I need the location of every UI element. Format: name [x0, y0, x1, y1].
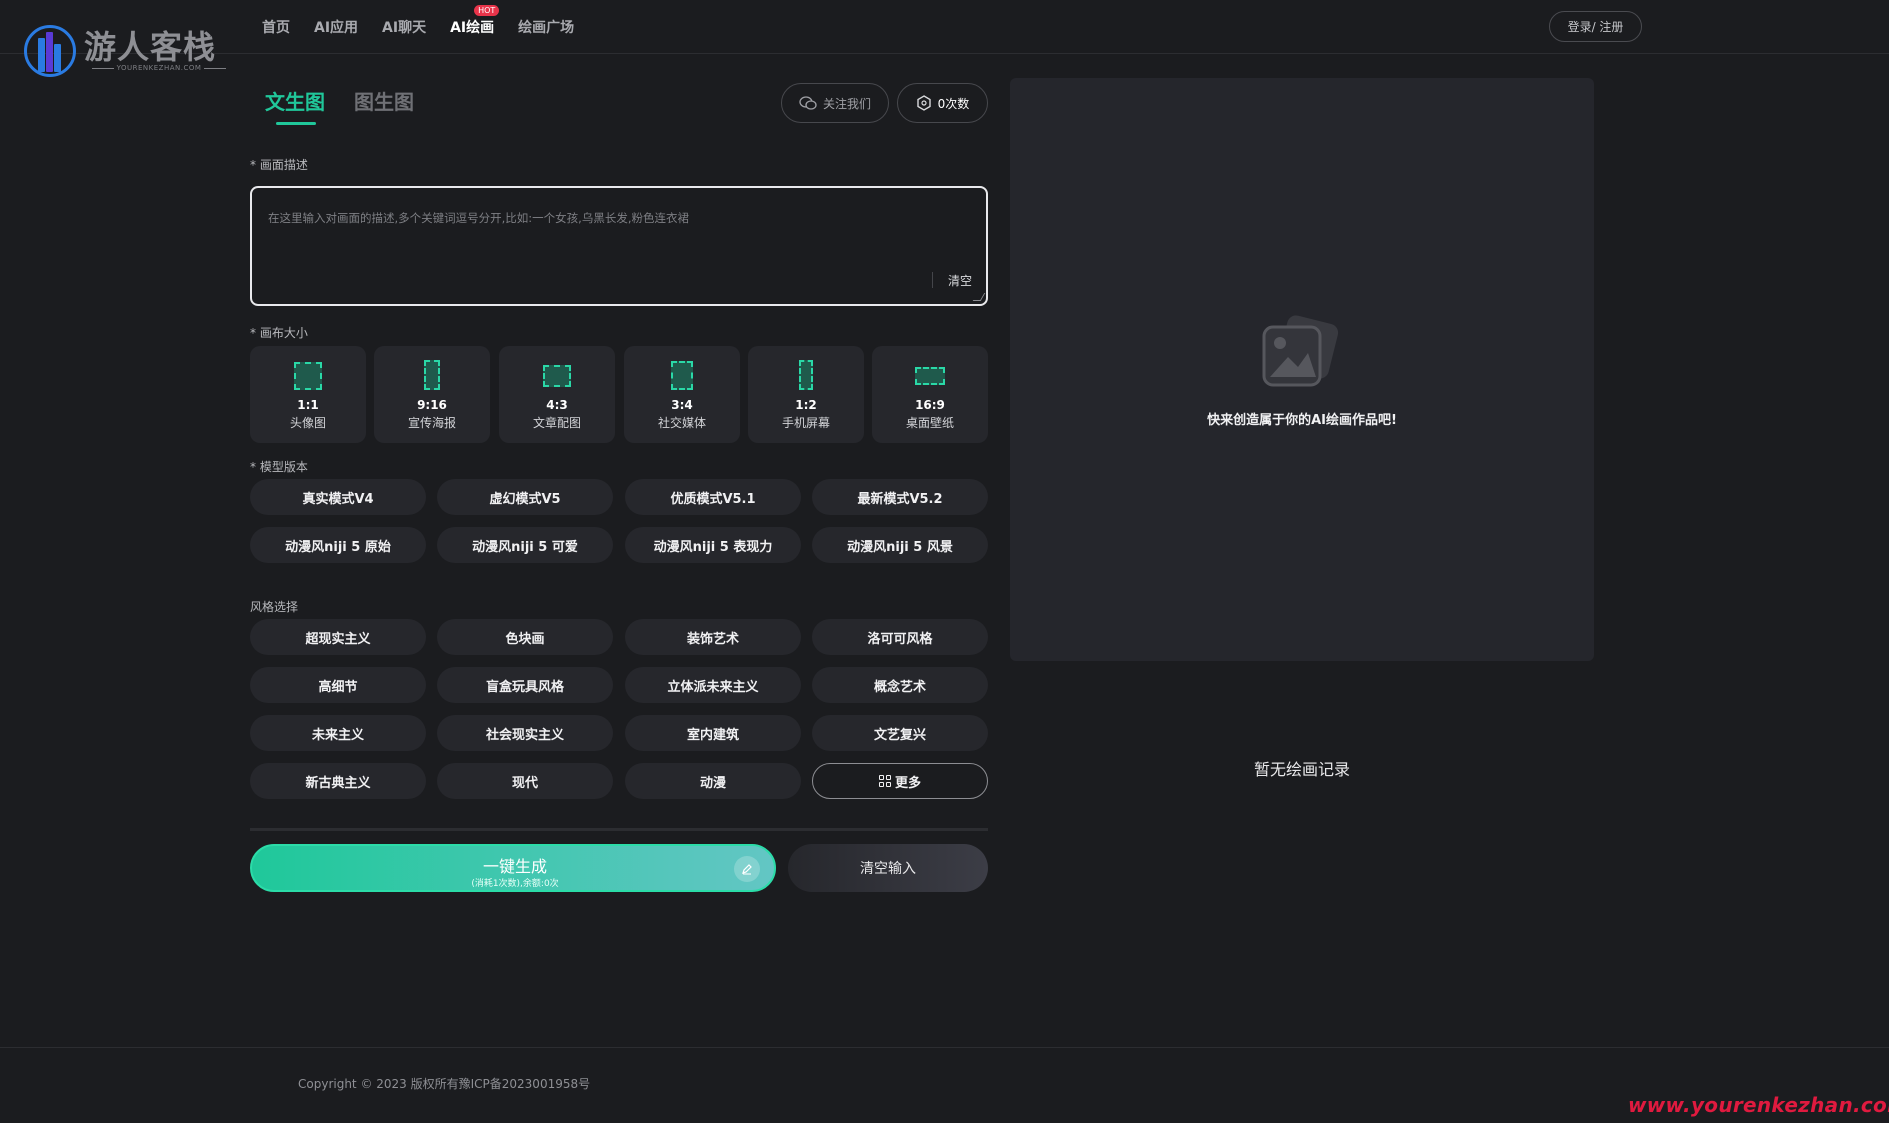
grid-icon — [878, 775, 891, 787]
style-option[interactable]: 立体派未来主义 — [625, 667, 801, 703]
style-option[interactable]: 新古典主义 — [250, 763, 426, 799]
ratio-name: 社交媒体 — [657, 416, 706, 430]
tab-image-to-image[interactable]: 图生图 — [354, 86, 414, 115]
canvas-size-label: * 画布大小 — [250, 326, 308, 340]
model-option[interactable]: 优质模式V5.1 — [625, 479, 801, 515]
ratio-value: 4:3 — [546, 398, 568, 412]
ratio-name: 宣传海报 — [407, 416, 456, 430]
generate-cost-label: (消耗1次数),余额:0次 — [471, 879, 559, 889]
model-option[interactable]: 动漫风niji 5 原始 — [250, 527, 426, 563]
wechat-icon — [799, 95, 817, 110]
style-option[interactable]: 洛可可风格 — [812, 619, 988, 655]
nav-ai-painting[interactable]: AI绘画 HOT — [450, 5, 500, 37]
prompt-textarea[interactable]: 在这里输入对画面的描述,多个关键词逗号分开,比如:一个女孩,乌黑长发,粉色连衣裙… — [250, 186, 988, 306]
ratio-value: 1:1 — [297, 398, 319, 412]
nav-home[interactable]: 首页 — [262, 17, 290, 37]
ratio-value: 3:4 — [671, 398, 693, 412]
logo-subtext: YOURENKEZHAN.COM — [84, 64, 234, 72]
ratio-3-4-icon — [671, 361, 693, 390]
style-label: 风格选择 — [250, 600, 299, 614]
generate-button[interactable]: 一键生成 (消耗1次数),余额:0次 — [250, 844, 776, 892]
style-option[interactable]: 装饰艺术 — [625, 619, 801, 655]
ratio-value: 16:9 — [915, 398, 945, 412]
generate-label: 一键生成 — [482, 857, 547, 876]
ratio-9-16-icon — [424, 360, 440, 390]
edit-pen-icon — [734, 856, 760, 882]
main-nav: 首页 AI应用 AI聊天 AI绘画 HOT 绘画广场 — [262, 5, 598, 37]
style-option[interactable]: 高细节 — [250, 667, 426, 703]
style-option[interactable]: 社会现实主义 — [437, 715, 613, 751]
style-option[interactable]: 概念艺术 — [812, 667, 988, 703]
ratio-1-1-icon — [294, 362, 322, 390]
style-option[interactable]: 超现实主义 — [250, 619, 426, 655]
credits-label: 0次数 — [937, 96, 970, 111]
style-option[interactable]: 室内建筑 — [625, 715, 801, 751]
ratio-option-4-3[interactable]: 4:3 文章配图 — [499, 346, 615, 443]
nav-ai-apps[interactable]: AI应用 — [314, 17, 358, 37]
active-tab-indicator — [276, 122, 316, 125]
site-logo[interactable]: 游人客栈 YOURENKEZHAN.COM — [22, 20, 222, 80]
style-option[interactable]: 盲盒玩具风格 — [437, 667, 613, 703]
ratio-name: 桌面壁纸 — [905, 416, 954, 430]
credits-hexagon-icon — [916, 95, 931, 111]
site-watermark: www.yourenkezhan.com — [1628, 1093, 1889, 1117]
footer-copyright[interactable]: Copyright © 2023 版权所有豫ICP备2023001958号 — [298, 1075, 590, 1092]
ratio-option-1-2[interactable]: 1:2 手机屏幕 — [748, 346, 864, 443]
model-option[interactable]: 动漫风niji 5 表现力 — [625, 527, 801, 563]
style-more-label: 更多 — [894, 775, 921, 791]
canvas-preview: 快来创造属于你的AI绘画作品吧! — [1010, 78, 1594, 661]
style-option[interactable]: 动漫 — [625, 763, 801, 799]
canvas-empty-text: 快来创造属于你的AI绘画作品吧! — [1207, 413, 1397, 428]
ratio-name: 头像图 — [289, 416, 326, 430]
prompt-divider — [932, 272, 933, 288]
image-placeholder-icon — [1260, 313, 1344, 393]
ratio-option-16-9[interactable]: 16:9 桌面壁纸 — [872, 346, 988, 443]
style-more-button[interactable]: 更多 — [812, 763, 988, 799]
nav-painting-square[interactable]: 绘画广场 — [518, 17, 574, 37]
model-option[interactable]: 动漫风niji 5 风景 — [812, 527, 988, 563]
model-option[interactable]: 真实模式V4 — [250, 479, 426, 515]
style-option[interactable]: 文艺复兴 — [812, 715, 988, 751]
footer-divider — [0, 1047, 1889, 1048]
ratio-name: 文章配图 — [532, 416, 581, 430]
top-header: 游人客栈 YOURENKEZHAN.COM 首页 AI应用 AI聊天 AI绘画 … — [0, 0, 1889, 77]
model-option[interactable]: 最新模式V5.2 — [812, 479, 988, 515]
ratio-4-3-icon — [543, 365, 571, 387]
ratio-name: 手机屏幕 — [781, 416, 830, 430]
resize-grip-icon[interactable] — [972, 293, 986, 301]
clear-input-button[interactable]: 清空输入 — [788, 844, 988, 892]
login-register-button[interactable]: 登录/ 注册 — [1549, 11, 1642, 42]
ratio-16-9-icon — [915, 367, 945, 385]
nav-ai-chat[interactable]: AI聊天 — [382, 17, 426, 37]
ratio-value: 9:16 — [417, 398, 447, 412]
logo-text: 游人客栈 — [84, 28, 217, 66]
follow-us-label: 关注我们 — [822, 96, 871, 111]
ratio-option-1-1[interactable]: 1:1 头像图 — [250, 346, 366, 443]
model-version-label: * 模型版本 — [250, 460, 308, 474]
style-option[interactable]: 未来主义 — [250, 715, 426, 751]
model-option[interactable]: 动漫风niji 5 可爱 — [437, 527, 613, 563]
hot-badge: HOT — [474, 5, 500, 16]
tab-text-to-image[interactable]: 文生图 — [265, 86, 325, 115]
style-option[interactable]: 现代 — [437, 763, 613, 799]
model-option[interactable]: 虚幻模式V5 — [437, 479, 613, 515]
follow-us-button[interactable]: 关注我们 — [781, 83, 889, 123]
history-empty-text: 暂无绘画记录 — [1253, 760, 1350, 779]
nav-ai-painting-label: AI绘画 — [450, 20, 495, 36]
ratio-value: 1:2 — [795, 398, 817, 412]
style-option[interactable]: 色块画 — [437, 619, 613, 655]
prompt-clear-button[interactable]: 清空 — [948, 272, 972, 289]
credits-button[interactable]: 0次数 — [897, 83, 988, 123]
section-divider — [250, 828, 988, 831]
prompt-placeholder: 在这里输入对画面的描述,多个关键词逗号分开,比如:一个女孩,乌黑长发,粉色连衣裙 — [268, 211, 689, 225]
logo-bars-icon — [38, 32, 62, 72]
ratio-1-2-icon — [799, 360, 813, 390]
ratio-option-3-4[interactable]: 3:4 社交媒体 — [624, 346, 740, 443]
prompt-label: * 画面描述 — [250, 158, 308, 172]
ratio-option-9-16[interactable]: 9:16 宣传海报 — [374, 346, 490, 443]
